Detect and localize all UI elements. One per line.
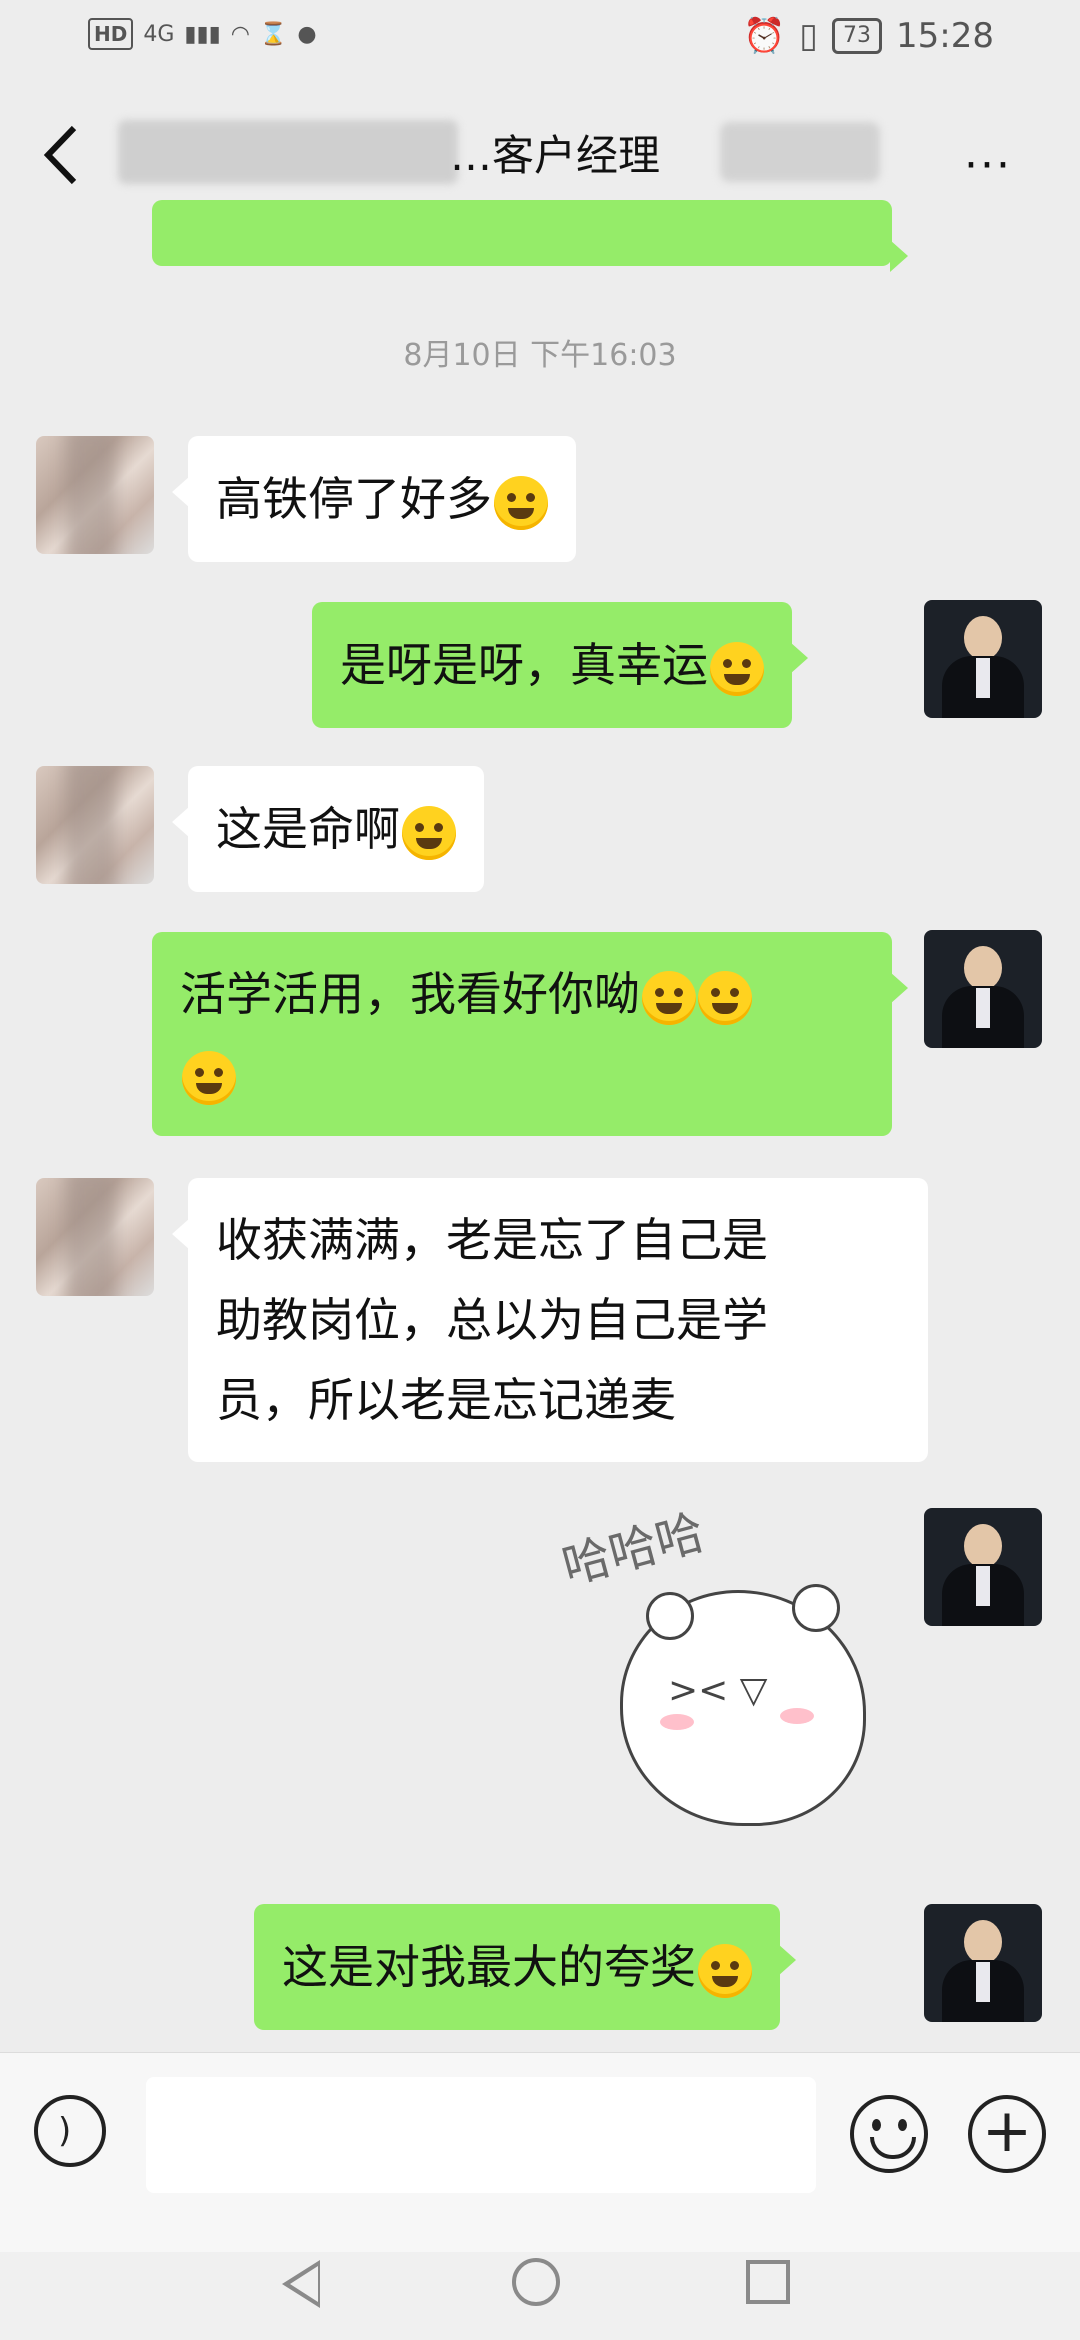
plus-icon[interactable]: + [968, 2095, 1046, 2173]
emoji-icon[interactable] [850, 2095, 928, 2173]
network-indicator: 4G [143, 21, 175, 47]
cat-sticker[interactable]: 哈哈哈 >< ▽ [540, 1500, 880, 1860]
nav-back-icon[interactable] [282, 2260, 320, 2308]
grin-emoji-icon [710, 641, 764, 696]
more-options-icon[interactable]: ··· [964, 140, 1012, 191]
wifi-icon: ◠ [230, 21, 250, 47]
facepalm-emoji-icon [494, 475, 548, 530]
cat-ear [792, 1584, 840, 1632]
hourglass-icon: ⌛ [259, 21, 288, 47]
message-bubble-outgoing[interactable]: 活学活用，我看好你呦 [152, 932, 908, 1136]
message-bubble-outgoing-partial[interactable] [152, 200, 908, 272]
message-text-line: 助教岗位，总以为自己是学 [216, 1293, 768, 1347]
message-bubble-outgoing[interactable]: 这是对我最大的夸奖 [254, 1904, 796, 2030]
message-timestamp: 8月10日 下午16:03 [403, 338, 677, 373]
thinking-emoji-icon [698, 970, 752, 1025]
sticker-caption: 哈哈哈 [556, 1504, 711, 1596]
blurred-title-suffix [720, 122, 880, 182]
nav-home-icon[interactable] [512, 2258, 560, 2306]
message-text-line: 收获满满，老是忘了自己是 [216, 1213, 768, 1267]
message-bubble-incoming[interactable]: 收获满满，老是忘了自己是 助教岗位，总以为自己是学 员，所以老是忘记递麦 [172, 1178, 928, 1462]
message-text: 是呀是呀，真幸运 [340, 638, 708, 692]
contact-avatar[interactable] [36, 1178, 154, 1296]
cat-ear [646, 1592, 694, 1640]
hug-emoji-icon [182, 1050, 236, 1105]
cat-blush [660, 1714, 694, 1730]
cat-face: >< ▽ [668, 1670, 768, 1711]
voice-icon[interactable]: ) [34, 2095, 106, 2167]
user-avatar[interactable] [924, 930, 1042, 1048]
battery-indicator: 73 [832, 18, 883, 54]
message-text: 高铁停了好多 [216, 472, 492, 526]
user-avatar[interactable] [924, 1904, 1042, 2022]
status-right: ⏰ ▯ 73 15:28 [743, 16, 994, 56]
chat-title: …客户经理 [450, 131, 661, 180]
message-text: 这是对我最大的夸奖 [282, 1940, 696, 1994]
message-text-line: 员，所以老是忘记递麦 [216, 1373, 676, 1427]
status-left: HD 4G ▮▮▮ ◠ ⌛ ● [88, 18, 317, 50]
user-avatar[interactable] [924, 600, 1042, 718]
message-input[interactable] [146, 2077, 816, 2193]
wechat-icon: ● [297, 21, 317, 47]
signal-icon: ▮▮▮ [184, 21, 221, 47]
message-text: 活学活用，我看好你呦 [180, 967, 640, 1021]
message-bubble-incoming[interactable]: 高铁停了好多 [172, 436, 576, 562]
clock: 15:28 [896, 16, 994, 56]
smile-emoji-icon [698, 1943, 752, 1998]
status-bar: HD 4G ▮▮▮ ◠ ⌛ ● ⏰ ▯ 73 15:28 [0, 0, 1080, 80]
message-bubble-outgoing[interactable]: 是呀是呀，真幸运 [312, 602, 808, 728]
user-avatar[interactable] [924, 1508, 1042, 1626]
contact-avatar[interactable] [36, 436, 154, 554]
system-nav-bar [0, 2252, 1080, 2340]
contact-avatar[interactable] [36, 766, 154, 884]
nav-recent-apps-icon[interactable] [746, 2260, 790, 2304]
facepalm-emoji-icon [402, 805, 456, 860]
chevron-left-icon[interactable] [36, 120, 86, 190]
smirk-emoji-icon [642, 970, 696, 1025]
hd-badge: HD [88, 18, 134, 50]
input-bar: ) + [0, 2052, 1080, 2253]
vibrate-icon: ▯ [799, 16, 819, 56]
message-bubble-incoming[interactable]: 这是命啊 [172, 766, 484, 892]
blurred-title-prefix [118, 120, 458, 184]
alarm-icon: ⏰ [742, 16, 786, 56]
message-text: 这是命啊 [216, 802, 400, 856]
